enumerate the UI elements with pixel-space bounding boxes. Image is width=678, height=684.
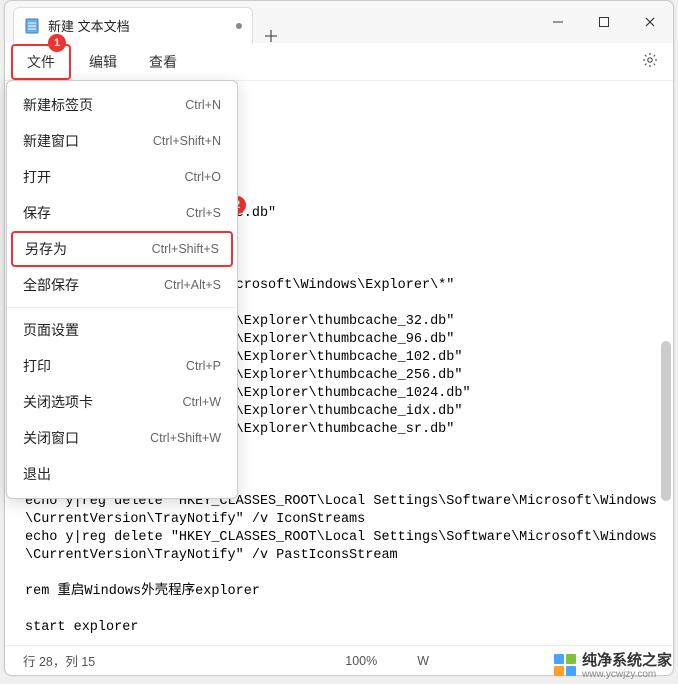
menu-separator — [7, 307, 237, 308]
minimize-button[interactable] — [535, 1, 581, 43]
tab-title: 新建 文本文档 — [48, 16, 228, 35]
menubar: 文件 编辑 查看 — [5, 43, 673, 81]
watermark-brand: 纯净系统之家 — [582, 652, 672, 669]
menu-item-label: 另存为 — [25, 239, 67, 259]
menu-item-label: 打开 — [23, 167, 51, 187]
menu-item-shortcut: Ctrl+Shift+W — [150, 431, 221, 445]
file-menu-dropdown: 新建标签页 Ctrl+N 新建窗口 Ctrl+Shift+N 打开 Ctrl+O… — [6, 80, 238, 499]
watermark-url: www.ycwjzy.com — [582, 670, 672, 680]
menu-item-label: 关闭窗口 — [23, 428, 79, 448]
menu-close-window[interactable]: 关闭窗口 Ctrl+Shift+W — [7, 420, 237, 456]
settings-button[interactable] — [633, 51, 667, 72]
menu-new-window[interactable]: 新建窗口 Ctrl+Shift+N — [7, 123, 237, 159]
menu-item-shortcut: Ctrl+S — [186, 206, 221, 220]
menu-edit-label: 编辑 — [89, 54, 117, 70]
status-encoding: W — [411, 654, 435, 668]
status-zoom[interactable]: 100% — [339, 654, 383, 668]
menu-item-label: 新建标签页 — [23, 95, 93, 115]
titlebar: 新建 文本文档 — [5, 1, 673, 43]
menu-open[interactable]: 打开 Ctrl+O — [7, 159, 237, 195]
maximize-button[interactable] — [581, 1, 627, 43]
status-position: 行 28，列 15 — [17, 651, 101, 670]
menu-item-label: 打印 — [23, 356, 51, 376]
menu-item-shortcut: Ctrl+P — [186, 359, 221, 373]
menu-item-shortcut: Ctrl+W — [182, 395, 221, 409]
menu-item-shortcut: Ctrl+Shift+S — [152, 242, 219, 256]
menu-view[interactable]: 查看 — [135, 46, 191, 78]
menu-close-tab[interactable]: 关闭选项卡 Ctrl+W — [7, 384, 237, 420]
close-button[interactable] — [627, 1, 673, 43]
menu-view-label: 查看 — [149, 54, 177, 70]
notepad-icon — [24, 18, 40, 34]
window-controls — [535, 1, 673, 43]
watermark: 纯净系统之家 www.ycwjzy.com — [554, 649, 672, 680]
menu-item-label: 保存 — [23, 203, 51, 223]
menu-item-label: 全部保存 — [23, 275, 79, 295]
annotation-badge-1: 1 — [48, 34, 66, 52]
menu-exit[interactable]: 退出 — [7, 456, 237, 492]
menu-item-shortcut: Ctrl+O — [185, 170, 221, 184]
menu-print[interactable]: 打印 Ctrl+P — [7, 348, 237, 384]
menu-item-shortcut: Ctrl+N — [185, 98, 221, 112]
menu-item-label: 关闭选项卡 — [23, 392, 93, 412]
menu-file-label: 文件 — [27, 54, 55, 70]
menu-new-tab[interactable]: 新建标签页 Ctrl+N — [7, 87, 237, 123]
vertical-scrollbar[interactable] — [661, 341, 671, 501]
menu-edit[interactable]: 编辑 — [75, 46, 131, 78]
menu-item-label: 页面设置 — [23, 320, 79, 340]
menu-save-all[interactable]: 全部保存 Ctrl+Alt+S — [7, 267, 237, 303]
menu-item-shortcut: Ctrl+Shift+N — [153, 134, 221, 148]
menu-save[interactable]: 保存 Ctrl+S — [7, 195, 237, 231]
modified-indicator-icon — [236, 23, 242, 29]
menu-item-label: 新建窗口 — [23, 131, 79, 151]
tab-strip: 新建 文本文档 — [5, 1, 289, 43]
menu-item-label: 退出 — [23, 464, 51, 484]
menu-item-shortcut: Ctrl+Alt+S — [164, 278, 221, 292]
menu-page-setup[interactable]: 页面设置 — [7, 312, 237, 348]
menu-save-as[interactable]: 另存为 Ctrl+Shift+S — [11, 231, 233, 267]
watermark-logo-icon — [554, 654, 576, 676]
gear-icon — [641, 51, 659, 72]
new-tab-button[interactable] — [253, 29, 289, 43]
